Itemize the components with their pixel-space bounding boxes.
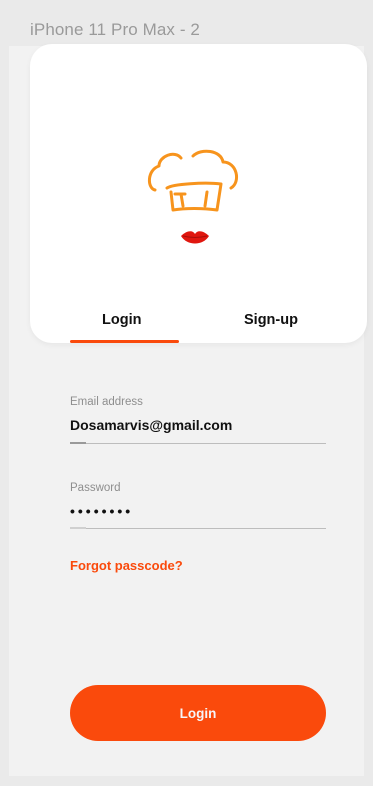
chef-hat-lips-logo	[148, 149, 239, 244]
tab-login[interactable]: Login	[102, 312, 141, 328]
forgot-passcode-link[interactable]: Forgot passcode?	[70, 558, 183, 573]
chef-hat-icon	[148, 149, 239, 212]
tab-signup[interactable]: Sign-up	[244, 312, 298, 328]
password-underline	[70, 527, 326, 529]
email-label: Email address	[70, 396, 143, 408]
password-label: Password	[70, 482, 121, 494]
password-field[interactable]	[70, 503, 320, 519]
login-button[interactable]: Login	[70, 685, 326, 741]
lips-icon	[181, 231, 209, 244]
active-tab-indicator	[70, 340, 179, 343]
email-underline	[70, 442, 326, 444]
frame-label: iPhone 11 Pro Max - 2	[30, 20, 200, 39]
email-field[interactable]	[70, 417, 320, 433]
